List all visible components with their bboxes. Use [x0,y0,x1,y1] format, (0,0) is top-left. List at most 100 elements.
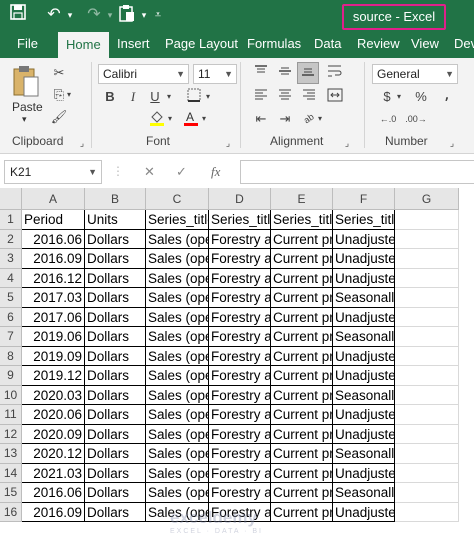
column-header-d[interactable]: D [209,188,271,210]
underline-dropdown-icon[interactable]: ▾ [164,88,174,106]
cell-g10[interactable] [395,385,459,405]
cut-icon[interactable]: ✂ [50,64,68,82]
cell-f15[interactable]: Seasonally adjusted [333,483,395,503]
cell-b6[interactable]: Dollars [85,307,146,327]
enter-check-icon[interactable]: ✓ [176,164,187,180]
font-color-icon[interactable]: A [182,110,200,128]
cell-c13[interactable]: Sales (operating income) [146,444,209,464]
row-header[interactable]: 15 [0,483,22,503]
cell-e4[interactable]: Current prices [271,268,333,288]
cell-a5[interactable]: 2017.03 [22,288,85,308]
cell-f2[interactable]: Unadjusted [333,229,395,249]
cell-d1[interactable]: Series_title_2 [209,210,271,230]
paste-large-icon[interactable] [12,64,40,100]
italic-icon[interactable]: I [124,88,142,106]
column-header-e[interactable]: E [271,188,333,210]
row-header[interactable]: 9 [0,366,22,386]
cell-e3[interactable]: Current prices [271,249,333,269]
cell-d8[interactable]: Forestry and logging [209,346,271,366]
paste-dropdown-icon[interactable]: ▾ [22,114,27,125]
cell-f11[interactable]: Unadjusted [333,405,395,425]
cell-f6[interactable]: Unadjusted [333,307,395,327]
cell-d13[interactable]: Forestry and logging [209,444,271,464]
cell-g1[interactable] [395,210,459,230]
tab-insert[interactable]: Insert [117,30,150,58]
cell-a16[interactable]: 2016.09 [22,502,85,522]
cell-a8[interactable]: 2019.09 [22,346,85,366]
cell-c3[interactable]: Sales (operating income) [146,249,209,269]
cell-c7[interactable]: Sales (operating income) [146,327,209,347]
column-header-f[interactable]: F [333,188,395,210]
row-header[interactable]: 5 [0,288,22,308]
row-header[interactable]: 10 [0,385,22,405]
cell-d9[interactable]: Forestry and logging [209,366,271,386]
fill-color-icon[interactable] [148,110,166,128]
cell-g15[interactable] [395,483,459,503]
cell-c11[interactable]: Sales (operating income) [146,405,209,425]
cell-e5[interactable]: Current prices [271,288,333,308]
copy-dropdown-icon[interactable]: ▾ [64,86,74,104]
cell-f1[interactable]: Series_title_4 [333,210,395,230]
comma-style-icon[interactable]: ⸴ [438,88,456,106]
cell-g9[interactable] [395,366,459,386]
row-header[interactable]: 16 [0,502,22,522]
cell-b13[interactable]: Dollars [85,444,146,464]
clipboard-launcher-icon[interactable]: ⌟ [76,134,88,152]
cell-g16[interactable] [395,502,459,522]
decrease-decimal-icon[interactable]: .00→ [404,110,428,128]
number-launcher-icon[interactable]: ⌟ [446,134,458,152]
bold-icon[interactable]: B [101,88,119,106]
cell-g5[interactable] [395,288,459,308]
row-header[interactable]: 14 [0,463,22,483]
cell-g11[interactable] [395,405,459,425]
number-format-combo[interactable]: General ▼ [372,64,458,84]
cell-d14[interactable]: Forestry and logging [209,463,271,483]
paste-button[interactable]: Paste [12,100,43,114]
cell-d5[interactable]: Forestry and logging [209,288,271,308]
row-header[interactable]: 12 [0,424,22,444]
cell-a3[interactable]: 2016.09 [22,249,85,269]
cell-e2[interactable]: Current prices [271,229,333,249]
undo-icon[interactable]: ↶ [44,4,64,26]
cell-d2[interactable]: Forestry and logging [209,229,271,249]
cell-a14[interactable]: 2021.03 [22,463,85,483]
cell-f13[interactable]: Seasonally adjusted [333,444,395,464]
cell-c5[interactable]: Sales (operating income) [146,288,209,308]
cell-e9[interactable]: Current prices [271,366,333,386]
cell-f9[interactable]: Unadjusted [333,366,395,386]
align-bottom-icon[interactable] [297,62,319,84]
cell-b16[interactable]: Dollars [85,502,146,522]
cell-c8[interactable]: Sales (operating income) [146,346,209,366]
cell-b7[interactable]: Dollars [85,327,146,347]
row-header[interactable]: 1 [0,210,22,230]
cell-d10[interactable]: Forestry and logging [209,385,271,405]
cell-g8[interactable] [395,346,459,366]
column-header-a[interactable]: A [22,188,85,210]
cell-b15[interactable]: Dollars [85,483,146,503]
cell-f8[interactable]: Unadjusted [333,346,395,366]
cell-e15[interactable]: Current prices [271,483,333,503]
cell-c4[interactable]: Sales (operating income) [146,268,209,288]
cell-b2[interactable]: Dollars [85,229,146,249]
cell-a15[interactable]: 2016.06 [22,483,85,503]
cell-c10[interactable]: Sales (operating income) [146,385,209,405]
cell-c15[interactable]: Sales (operating income) [146,483,209,503]
cell-e7[interactable]: Current prices [271,327,333,347]
tab-view[interactable]: View [411,30,439,58]
cell-b10[interactable]: Dollars [85,385,146,405]
align-middle-icon[interactable] [276,64,294,82]
cell-d15[interactable]: Forestry and logging [209,483,271,503]
cell-g3[interactable] [395,249,459,269]
cell-a10[interactable]: 2020.03 [22,385,85,405]
percent-style-icon[interactable]: % [412,88,430,106]
cell-b11[interactable]: Dollars [85,405,146,425]
undo-dropdown-icon[interactable]: ▾ [64,4,76,26]
cell-f3[interactable]: Unadjusted [333,249,395,269]
formula-input[interactable] [240,160,474,184]
cell-e8[interactable]: Current prices [271,346,333,366]
cell-e13[interactable]: Current prices [271,444,333,464]
cell-f5[interactable]: Seasonally adjusted [333,288,395,308]
cell-a9[interactable]: 2019.12 [22,366,85,386]
cell-c1[interactable]: Series_title_1 [146,210,209,230]
row-header[interactable]: 8 [0,346,22,366]
